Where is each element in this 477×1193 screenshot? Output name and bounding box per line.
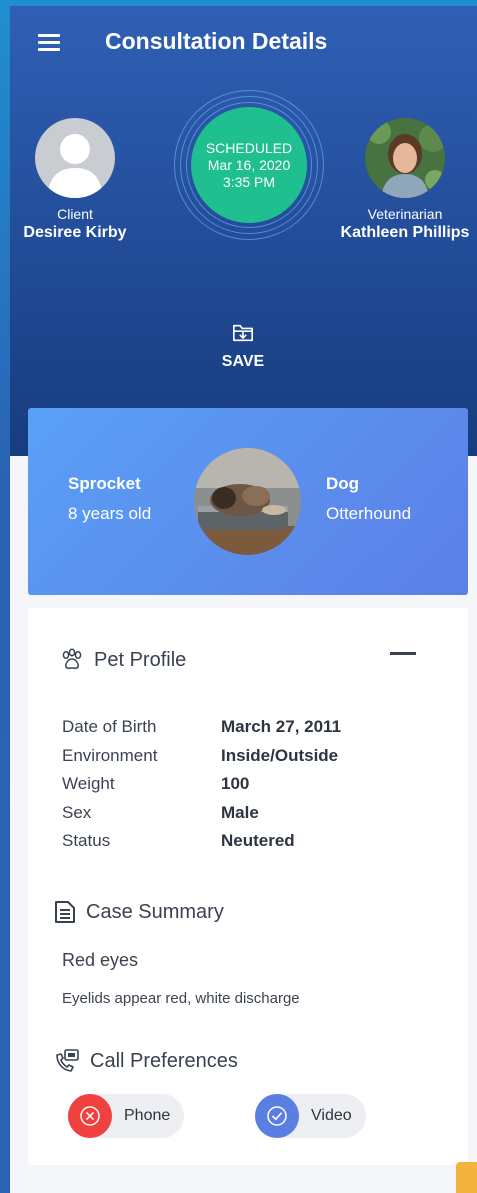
field-value: March 27, 2011 [221,717,342,737]
pet-profile-card: Pet Profile Date of Birth March 27, 2011… [28,608,468,1165]
pet-breed: Otterhound [326,504,412,523]
phone-video-icon [56,1049,79,1072]
unselected-x-icon [68,1094,112,1138]
veterinarian-info: Veterinarian Kathleen Phillips [330,118,477,242]
menu-icon[interactable] [38,34,60,52]
call-preferences-header: Call Preferences [54,1049,238,1073]
save-label: SAVE [221,353,265,370]
device-frame: Consultation Details Client Desiree Kirb… [0,0,477,1193]
person-placeholder-icon [47,134,103,198]
veterinarian-role-label: Veterinarian [367,206,443,222]
page-title: Consultation Details [105,28,328,54]
selected-check-icon [255,1094,299,1138]
paw-icon [62,648,82,669]
profile-field-row: Sex Male [62,799,341,828]
pet-species-breed: Dog Otterhound [326,474,411,524]
document-icon [55,901,75,923]
field-label: Status [62,831,111,851]
case-description: Eyelids appear red, white discharge [62,990,300,1007]
top-bar: Consultation Details [10,6,477,78]
field-label: Weight [62,774,115,794]
pet-profile-fields: Date of Birth March 27, 2011 Environment… [62,713,341,856]
floating-action-tab[interactable] [456,1162,477,1193]
appointment-date: Mar 16, 2020 [207,156,291,173]
pet-summary-card: Sprocket 8 years old Dog Otterhound [28,408,468,595]
profile-field-row: Date of Birth March 27, 2011 [62,713,341,742]
pet-species: Dog [326,474,360,493]
dog-photo [194,448,301,555]
profile-field-row: Environment Inside/Outside [62,742,341,771]
case-summary-title: Case Summary [86,900,224,923]
status-text: SCHEDULED [205,139,293,156]
video-preference-toggle[interactable]: Video [255,1094,366,1138]
pet-age: 8 years old [68,504,152,523]
video-label: Video [311,1107,352,1124]
veterinarian-photo [365,118,445,198]
field-value: Male [221,802,259,822]
field-label: Environment [62,745,158,765]
call-preferences-title: Call Preferences [90,1049,238,1072]
appointment-time: 3:35 PM [222,173,276,190]
folder-save-icon [233,324,253,342]
case-summary-header: Case Summary [54,900,224,924]
client-avatar[interactable] [35,118,115,198]
client-info: Client Desiree Kirby [10,118,140,242]
field-value: Inside/Outside [221,745,339,765]
appointment-status: SCHEDULED Mar 16, 2020 3:35 PM [174,90,324,240]
pet-profile-title: Pet Profile [94,648,187,671]
client-role-label: Client [57,206,93,222]
phone-label: Phone [124,1107,171,1124]
phone-preference-toggle[interactable]: Phone [68,1094,185,1138]
field-value: 100 [221,774,250,794]
case-headline: Red eyes [62,950,139,970]
status-badge: SCHEDULED Mar 16, 2020 3:35 PM [191,107,307,223]
veterinarian-name: Kathleen Phillips [340,224,470,241]
field-value: Neutered [221,831,295,851]
field-label: Sex [62,802,92,822]
client-name: Desiree Kirby [23,224,127,241]
collapse-button[interactable] [390,652,416,655]
save-button[interactable]: SAVE [203,322,283,371]
profile-field-row: Weight 100 [62,770,341,799]
field-label: Date of Birth [62,717,157,737]
profile-field-row: Status Neutered [62,827,341,856]
pet-name-age: Sprocket 8 years old [68,474,151,524]
consultation-header: Consultation Details Client Desiree Kirb… [10,6,477,456]
pet-photo[interactable] [194,448,301,555]
pet-profile-header[interactable]: Pet Profile [60,648,186,672]
app-screen: Consultation Details Client Desiree Kirb… [10,6,477,1193]
veterinarian-avatar[interactable] [365,118,445,198]
pet-name: Sprocket [68,474,141,493]
